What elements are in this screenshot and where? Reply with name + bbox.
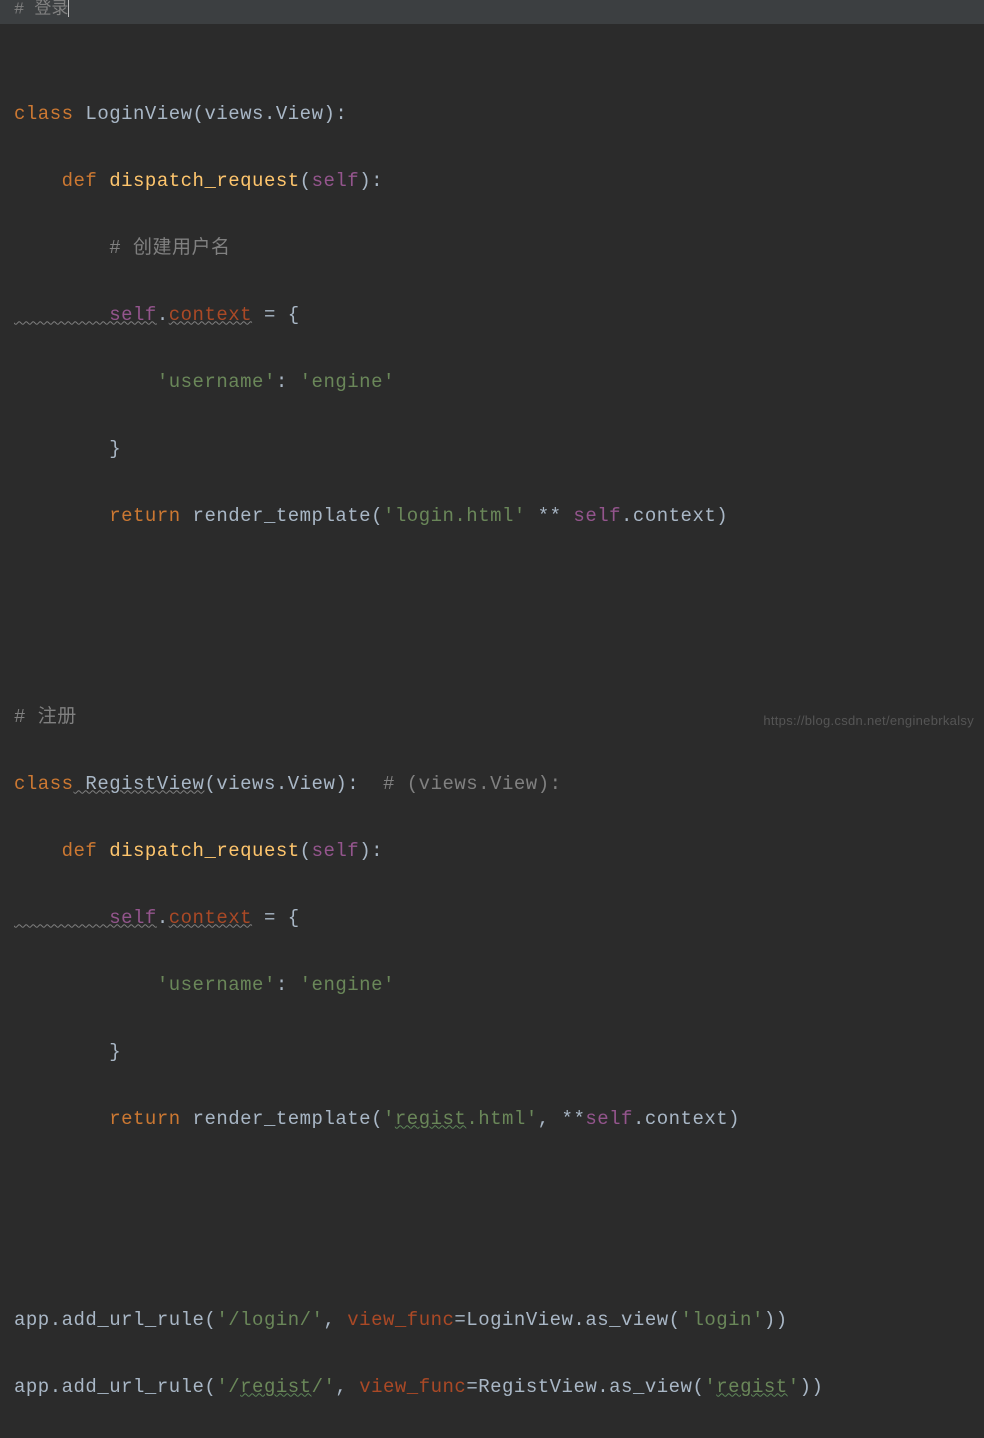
code-line: }: [14, 433, 984, 467]
string: ': [788, 1376, 800, 1398]
code-editor[interactable]: class LoginView(views.View): def dispatc…: [0, 24, 984, 1438]
text: app.add_url_rule(: [14, 1309, 216, 1331]
keyword-return: return: [14, 1108, 181, 1130]
keyword-return: return: [14, 505, 181, 527]
text: (: [300, 170, 312, 192]
keyword-class: class: [14, 773, 74, 795]
keyword-class: class: [14, 103, 74, 125]
code-line: return render_template('login.html' ** s…: [14, 500, 984, 534]
code-line: app.add_url_rule('/login/', view_func=Lo…: [14, 1304, 984, 1338]
string: /': [312, 1376, 336, 1398]
blank-line: [14, 1237, 984, 1271]
text: render_template(: [181, 505, 383, 527]
top-comment: # 登录: [14, 0, 68, 19]
string: .html': [466, 1108, 537, 1130]
string: regist: [395, 1108, 466, 1130]
code-line: }: [14, 1036, 984, 1070]
kwarg: view_func: [347, 1309, 454, 1331]
string: 'login.html': [383, 505, 526, 527]
text: .: [157, 907, 169, 929]
text: .context): [633, 1108, 740, 1130]
keyword-def: def: [14, 170, 97, 192]
text: }: [14, 438, 121, 460]
self-param: self: [312, 170, 360, 192]
self-param: self: [312, 840, 360, 862]
text: )): [764, 1309, 788, 1331]
comment: # 注册: [14, 706, 77, 728]
text: , **: [538, 1108, 586, 1130]
self-ref: self: [14, 907, 157, 929]
string: ': [383, 1108, 395, 1130]
code-line: def dispatch_request(self):: [14, 165, 984, 199]
comment: # (views.View):: [383, 773, 562, 795]
property: context: [169, 304, 252, 326]
text: :: [276, 974, 300, 996]
string-key: 'username': [14, 371, 276, 393]
kwarg: view_func: [359, 1376, 466, 1398]
string: regist: [240, 1376, 311, 1398]
class-name: RegistView: [74, 773, 205, 795]
text: ):: [359, 840, 383, 862]
text: = {: [252, 304, 300, 326]
text-cursor: [68, 0, 69, 17]
code-line: self.context = {: [14, 902, 984, 936]
blank-line: [14, 634, 984, 668]
text: ,: [335, 1376, 359, 1398]
string: '/: [216, 1376, 240, 1398]
code-line: self.context = {: [14, 299, 984, 333]
code-line: 'username': 'engine': [14, 366, 984, 400]
method-name: dispatch_request: [97, 840, 299, 862]
text: )): [800, 1376, 824, 1398]
blank-line: [14, 567, 984, 601]
text: =LoginView.as_view(: [454, 1309, 680, 1331]
text: .context): [621, 505, 728, 527]
self-ref: self: [573, 505, 621, 527]
code-line: return render_template('regist.html', **…: [14, 1103, 984, 1137]
string: ': [704, 1376, 716, 1398]
text: =RegistView.as_view(: [466, 1376, 704, 1398]
comment: # 创建用户名: [14, 237, 231, 259]
text: **: [526, 505, 574, 527]
string: 'login': [681, 1309, 764, 1331]
text: [74, 103, 86, 125]
code-line: class LoginView(views.View):: [14, 98, 984, 132]
string-val: 'engine': [300, 371, 395, 393]
text: render_template(: [181, 1108, 383, 1130]
code-line: # 创建用户名: [14, 232, 984, 266]
text: :: [276, 371, 300, 393]
code-line: class RegistView(views.View): # (views.V…: [14, 768, 984, 802]
code-line: def dispatch_request(self):: [14, 835, 984, 869]
class-name: LoginView: [85, 103, 192, 125]
text: ):: [359, 170, 383, 192]
property: context: [169, 907, 252, 929]
text: .: [157, 304, 169, 326]
string: regist: [716, 1376, 787, 1398]
string-key: 'username': [14, 974, 276, 996]
text: (: [300, 840, 312, 862]
text: ,: [323, 1309, 347, 1331]
method-name: dispatch_request: [97, 170, 299, 192]
self-ref: self: [585, 1108, 633, 1130]
text: }: [14, 1041, 121, 1063]
watermark: https://blog.csdn.net/enginebrkalsy: [763, 713, 974, 728]
text: (views.View):: [204, 773, 383, 795]
code-line: 'username': 'engine': [14, 969, 984, 1003]
blank-line: [14, 1170, 984, 1204]
text: = {: [252, 907, 300, 929]
title-bar: # 登录: [0, 0, 984, 24]
string: '/login/': [216, 1309, 323, 1331]
text: app.add_url_rule(: [14, 1376, 216, 1398]
keyword-def: def: [14, 840, 97, 862]
code-line: app.add_url_rule('/regist/', view_func=R…: [14, 1371, 984, 1405]
text: (views.View):: [193, 103, 348, 125]
string-val: 'engine': [300, 974, 395, 996]
self-ref: self: [14, 304, 157, 326]
